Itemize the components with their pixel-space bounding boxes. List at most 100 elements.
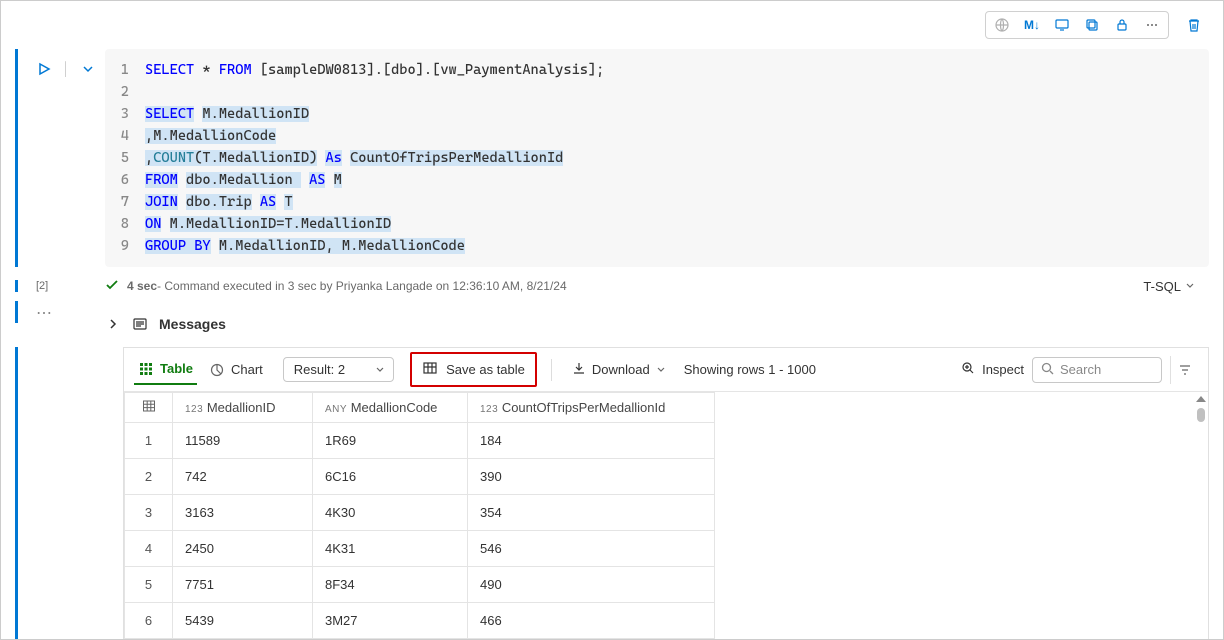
messages-icon xyxy=(131,315,149,333)
table-row[interactable]: 1115891R69184 xyxy=(125,423,715,459)
delete-cell-button[interactable] xyxy=(1179,11,1209,39)
cell-medallionid[interactable]: 7751 xyxy=(173,567,313,603)
table-row[interactable]: 331634K30354 xyxy=(125,495,715,531)
inspect-icon xyxy=(960,360,976,379)
row-number: 3 xyxy=(125,495,173,531)
cell-count[interactable]: 390 xyxy=(468,459,715,495)
cell-medallionid[interactable]: 2450 xyxy=(173,531,313,567)
result-selector[interactable]: Result: 2 xyxy=(283,357,394,382)
code-line: 9GROUP BY M.MedallionID, M.MedallionCode xyxy=(105,235,1195,257)
results-table[interactable]: 123 MedallionID ANY MedallionCode 123 Co… xyxy=(124,392,715,639)
code-line: 2 xyxy=(105,81,1195,103)
cell-medallioncode[interactable]: 3M27 xyxy=(313,603,468,639)
cell-medallionid[interactable]: 3163 xyxy=(173,495,313,531)
column-header-medallioncode[interactable]: ANY MedallionCode xyxy=(313,393,468,423)
search-icon xyxy=(1041,362,1054,378)
code-content[interactable]: ,M.MedallionCode xyxy=(145,125,276,147)
markdown-toggle-button[interactable]: M↓ xyxy=(1017,12,1047,38)
cell-medallionid[interactable]: 742 xyxy=(173,459,313,495)
lock-icon[interactable] xyxy=(1107,12,1137,38)
table-row[interactable]: 654393M27466 xyxy=(125,603,715,639)
code-cell: │ 1SELECT * FROM [sampleDW0813].[dbo].[v… xyxy=(15,49,1209,267)
run-gutter: │ xyxy=(15,49,105,267)
separator: │ xyxy=(62,61,70,267)
code-content[interactable]: SELECT * FROM [sampleDW0813].[dbo].[vw_P… xyxy=(145,59,604,81)
messages-label: Messages xyxy=(159,316,226,332)
column-header-medallionid[interactable]: 123 MedallionID xyxy=(173,393,313,423)
cell-medallionid[interactable]: 11589 xyxy=(173,423,313,459)
line-number: 4 xyxy=(105,125,145,147)
check-icon xyxy=(105,278,119,295)
search-input[interactable]: Search xyxy=(1032,357,1162,383)
filter-button[interactable] xyxy=(1170,356,1198,384)
table-icon xyxy=(422,360,438,379)
corner-cell[interactable] xyxy=(125,393,173,423)
line-number: 9 xyxy=(105,235,145,257)
line-number: 7 xyxy=(105,191,145,213)
cell-medallionid[interactable]: 5439 xyxy=(173,603,313,639)
chart-view-tab[interactable]: Chart xyxy=(205,356,267,384)
more-icon[interactable] xyxy=(1137,12,1167,38)
line-number: 1 xyxy=(105,59,145,81)
cell-medallioncode[interactable]: 1R69 xyxy=(313,423,468,459)
inspect-button[interactable]: Inspect xyxy=(960,360,1024,379)
code-line: 6FROM dbo.Medallion AS M xyxy=(105,169,1195,191)
results-panel: Table Chart Result: 2 Save as table xyxy=(15,347,1209,639)
cell-medallioncode[interactable]: 6C16 xyxy=(313,459,468,495)
code-content[interactable]: JOIN dbo.Trip AS T xyxy=(145,191,293,213)
vertical-scrollbar[interactable] xyxy=(1194,392,1208,639)
cell-medallioncode[interactable]: 8F34 xyxy=(313,567,468,603)
pie-chart-icon xyxy=(209,362,225,378)
code-content[interactable]: ,COUNT(T.MedallionID) As CountOfTripsPer… xyxy=(145,147,563,169)
table-row[interactable]: 424504K31546 xyxy=(125,531,715,567)
results-body: Table Chart Result: 2 Save as table xyxy=(123,347,1209,639)
line-number: 2 xyxy=(105,81,145,103)
scroll-up-icon xyxy=(1196,396,1206,402)
copy-icon[interactable] xyxy=(1077,12,1107,38)
code-line: 1SELECT * FROM [sampleDW0813].[dbo].[vw_… xyxy=(105,59,1195,81)
output-section: ⋯ Messages xyxy=(15,301,1209,347)
messages-toggle[interactable]: Messages xyxy=(105,301,1209,347)
code-content[interactable]: GROUP BY M.MedallionID, M.MedallionCode xyxy=(145,235,465,257)
results-gutter xyxy=(15,347,123,639)
row-number: 6 xyxy=(125,603,173,639)
row-number: 1 xyxy=(125,423,173,459)
code-content[interactable]: SELECT M.MedallionID xyxy=(145,103,309,125)
language-selector[interactable]: T-SQL xyxy=(1143,279,1195,294)
screen-icon[interactable] xyxy=(1047,12,1077,38)
line-number: 6 xyxy=(105,169,145,191)
run-dropdown-button[interactable] xyxy=(80,61,96,77)
row-number: 4 xyxy=(125,531,173,567)
duration-text: 4 sec xyxy=(127,279,157,293)
save-as-table-button[interactable]: Save as table xyxy=(410,352,537,387)
cell-count[interactable]: 546 xyxy=(468,531,715,567)
download-button[interactable]: Download xyxy=(566,357,672,382)
table-header-row: 123 MedallionID ANY MedallionCode 123 Co… xyxy=(125,393,715,423)
table-view-tab[interactable]: Table xyxy=(134,355,197,385)
column-header-count[interactable]: 123 CountOfTripsPerMedallionId xyxy=(468,393,715,423)
code-content[interactable]: ON M.MedallionID=T.MedallionID xyxy=(145,213,391,235)
code-line: 8ON M.MedallionID=T.MedallionID xyxy=(105,213,1195,235)
row-number: 5 xyxy=(125,567,173,603)
cell-more-icon[interactable]: ⋯ xyxy=(15,301,105,323)
table-row[interactable]: 577518F34490 xyxy=(125,567,715,603)
cell-count[interactable]: 354 xyxy=(468,495,715,531)
scroll-thumb[interactable] xyxy=(1197,408,1205,422)
cell-count[interactable]: 466 xyxy=(468,603,715,639)
cell-medallioncode[interactable]: 4K30 xyxy=(313,495,468,531)
chevron-right-icon xyxy=(105,318,121,330)
code-line: 7JOIN dbo.Trip AS T xyxy=(105,191,1195,213)
status-message: - Command executed in 3 sec by Priyanka … xyxy=(157,279,567,293)
code-content[interactable]: FROM dbo.Medallion AS M xyxy=(145,169,342,191)
sql-editor[interactable]: 1SELECT * FROM [sampleDW0813].[dbo].[vw_… xyxy=(105,49,1209,267)
cell-count[interactable]: 490 xyxy=(468,567,715,603)
table-row[interactable]: 27426C16390 xyxy=(125,459,715,495)
line-number: 3 xyxy=(105,103,145,125)
run-button[interactable] xyxy=(36,61,52,77)
globe-icon[interactable] xyxy=(987,12,1017,38)
cell-toolbar-group: M↓ xyxy=(985,11,1169,39)
cell-medallioncode[interactable]: 4K31 xyxy=(313,531,468,567)
line-number: 8 xyxy=(105,213,145,235)
separator xyxy=(551,359,552,381)
cell-count[interactable]: 184 xyxy=(468,423,715,459)
